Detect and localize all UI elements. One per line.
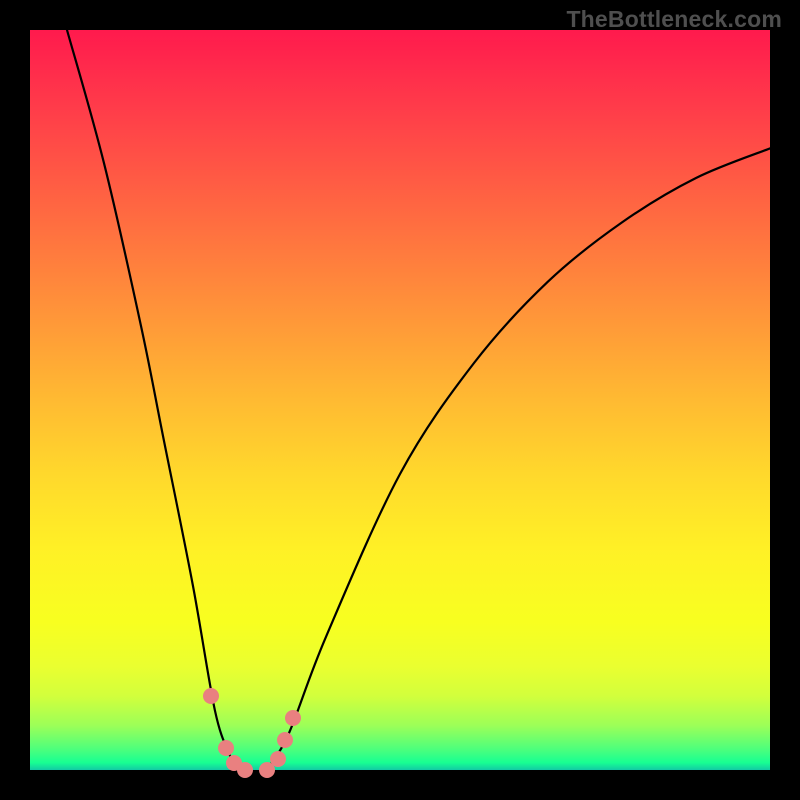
curve-layer [30,30,770,770]
sample-point [285,710,301,726]
bottleneck-curve-right [267,148,770,770]
sample-point [237,762,253,778]
chart-frame: TheBottleneck.com [0,0,800,800]
plot-area [30,30,770,770]
sample-point [270,751,286,767]
bottleneck-curve-left [67,30,237,770]
sample-point [218,740,234,756]
watermark-text: TheBottleneck.com [566,6,782,33]
